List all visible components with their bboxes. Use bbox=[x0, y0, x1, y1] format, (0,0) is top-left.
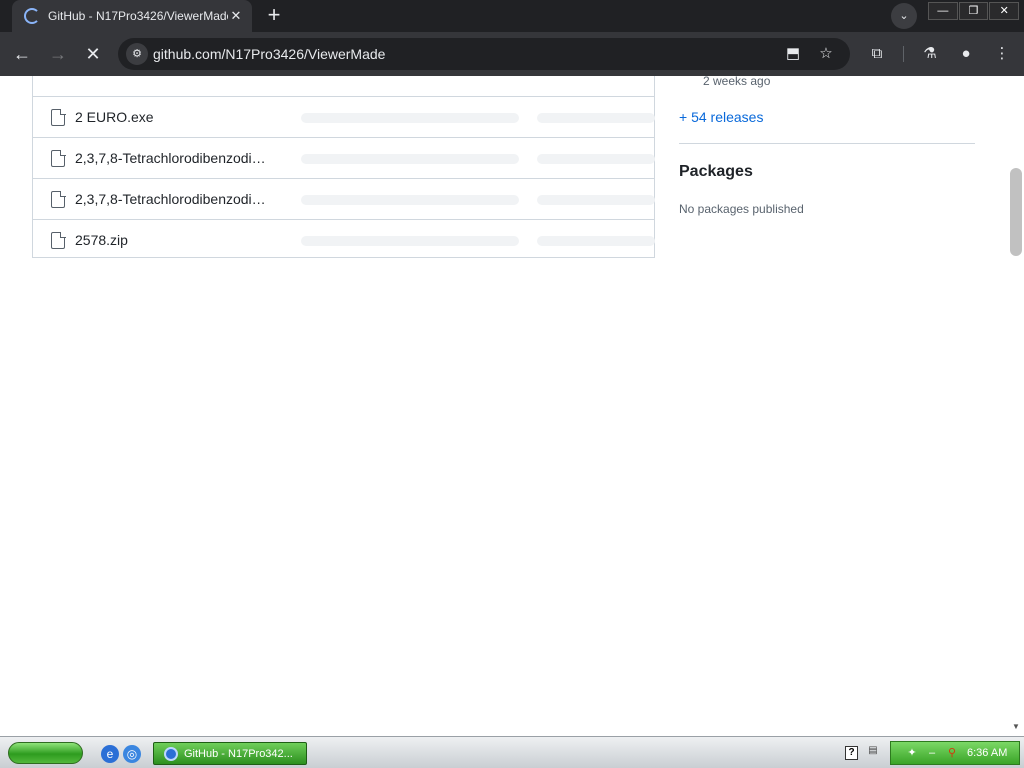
bookmark-star-icon[interactable]: ☆ bbox=[815, 44, 837, 66]
file-name-link[interactable]: 2,3,7,8-Tetrachlorodibenzodioxin.zip bbox=[75, 191, 270, 207]
page-content: 2 EURO.exe 2,3,7,8-Tetrachlorodibenzodio… bbox=[0, 76, 1008, 736]
file-icon bbox=[51, 108, 66, 126]
stop-loading-icon[interactable]: ✕ bbox=[79, 40, 107, 68]
install-app-icon[interactable]: ⬒ bbox=[782, 44, 804, 66]
tab-title: GitHub - N17Pro3426/ViewerMade bbox=[48, 9, 228, 23]
commit-message-placeholder bbox=[301, 236, 519, 246]
latest-release-date: 2 weeks ago bbox=[703, 76, 771, 88]
browser-app-icon bbox=[164, 747, 178, 761]
page-scrollbar[interactable]: ▼ bbox=[1008, 76, 1024, 736]
commit-date-placeholder bbox=[537, 154, 655, 164]
sidebar-divider bbox=[679, 143, 975, 144]
packages-empty-text: No packages published bbox=[679, 202, 804, 216]
menu-kebab-icon[interactable]: ⋮ bbox=[990, 42, 1014, 66]
start-button[interactable] bbox=[8, 742, 83, 764]
scroll-down-arrow-icon[interactable]: ▼ bbox=[1011, 722, 1021, 732]
toolbar-divider bbox=[903, 46, 904, 62]
browser-toolbar: ← → ✕ ⚙ github.com/N17Pro3426/ViewerMade… bbox=[0, 32, 1024, 76]
file-row[interactable]: 2 EURO.exe bbox=[33, 97, 655, 138]
window-controls: — ❐ ✕ bbox=[928, 2, 1020, 20]
extensions-icon[interactable]: ⧉ bbox=[865, 42, 889, 66]
taskbar-clock: 6:36 AM bbox=[967, 747, 1008, 759]
file-row-partial bbox=[33, 76, 654, 97]
tab-search-icon[interactable]: ⌄ bbox=[891, 3, 917, 29]
restore-button[interactable]: ❐ bbox=[958, 2, 989, 20]
commit-date-placeholder bbox=[537, 195, 655, 205]
commit-message-placeholder bbox=[301, 195, 519, 205]
scrollbar-thumb[interactable] bbox=[1010, 168, 1022, 256]
quick-launch-icon[interactable]: ◎ bbox=[123, 745, 141, 763]
minimize-button[interactable]: — bbox=[928, 2, 958, 20]
commit-date-placeholder bbox=[537, 113, 655, 123]
tray-sparkle-icon[interactable]: ✦ bbox=[905, 746, 919, 760]
file-name-link[interactable]: 2 EURO.exe bbox=[75, 109, 270, 125]
browser-titlebar: GitHub - N17Pro3426/ViewerMade ✕ + ⌄ — ❐… bbox=[0, 0, 1024, 32]
profile-avatar-icon[interactable]: ● bbox=[954, 42, 978, 66]
site-info-icon[interactable]: ⚙ bbox=[126, 43, 148, 65]
back-icon[interactable]: ← bbox=[8, 40, 36, 68]
file-name-link[interactable]: 2,3,7,8-Tetrachlorodibenzodioxin.exe bbox=[75, 150, 270, 166]
os-taskbar: e ◎ GitHub - N17Pro342... ? ▤ ✦ – ⚲ 6:36… bbox=[0, 736, 1024, 768]
url-text[interactable]: github.com/N17Pro3426/ViewerMade bbox=[153, 46, 385, 62]
forward-icon[interactable]: → bbox=[44, 40, 72, 68]
commit-message-placeholder bbox=[301, 113, 519, 123]
network-icon[interactable]: ▤ bbox=[866, 745, 880, 761]
packages-heading[interactable]: Packages bbox=[679, 163, 753, 181]
labs-flask-icon[interactable]: ⚗ bbox=[918, 42, 942, 66]
address-bar[interactable]: ⚙ github.com/N17Pro3426/ViewerMade ⬒ ☆ bbox=[118, 38, 850, 70]
file-name-link[interactable]: 2578.zip bbox=[75, 232, 270, 248]
commit-date-placeholder bbox=[537, 236, 655, 246]
taskbar-button-label: GitHub - N17Pro342... bbox=[184, 748, 293, 760]
loading-spinner-icon bbox=[24, 8, 40, 24]
file-row[interactable]: 2,3,7,8-Tetrachlorodibenzodioxin.exe bbox=[33, 138, 655, 179]
internet-explorer-icon[interactable]: e bbox=[101, 745, 119, 763]
file-list: 2 EURO.exe 2,3,7,8-Tetrachlorodibenzodio… bbox=[32, 76, 655, 258]
tab-close-icon[interactable]: ✕ bbox=[226, 6, 246, 26]
taskbar-button-browser[interactable]: GitHub - N17Pro342... bbox=[153, 742, 307, 765]
file-icon bbox=[51, 231, 66, 249]
file-icon bbox=[51, 149, 66, 167]
browser-tab[interactable]: GitHub - N17Pro3426/ViewerMade ✕ bbox=[12, 0, 252, 32]
more-releases-link[interactable]: + 54 releases bbox=[679, 109, 763, 125]
system-tray: ✦ – ⚲ 6:36 AM bbox=[890, 741, 1020, 765]
tray-dash-icon[interactable]: – bbox=[925, 746, 939, 760]
new-tab-button[interactable]: + bbox=[262, 4, 286, 28]
close-window-button[interactable]: ✕ bbox=[989, 2, 1020, 20]
commit-message-placeholder bbox=[301, 154, 519, 164]
file-icon bbox=[51, 190, 66, 208]
file-row[interactable]: 2,3,7,8-Tetrachlorodibenzodioxin.zip bbox=[33, 179, 655, 220]
help-icon[interactable]: ? bbox=[845, 746, 858, 760]
tray-search-icon[interactable]: ⚲ bbox=[945, 746, 959, 760]
file-row[interactable]: 2578.zip bbox=[33, 220, 655, 261]
